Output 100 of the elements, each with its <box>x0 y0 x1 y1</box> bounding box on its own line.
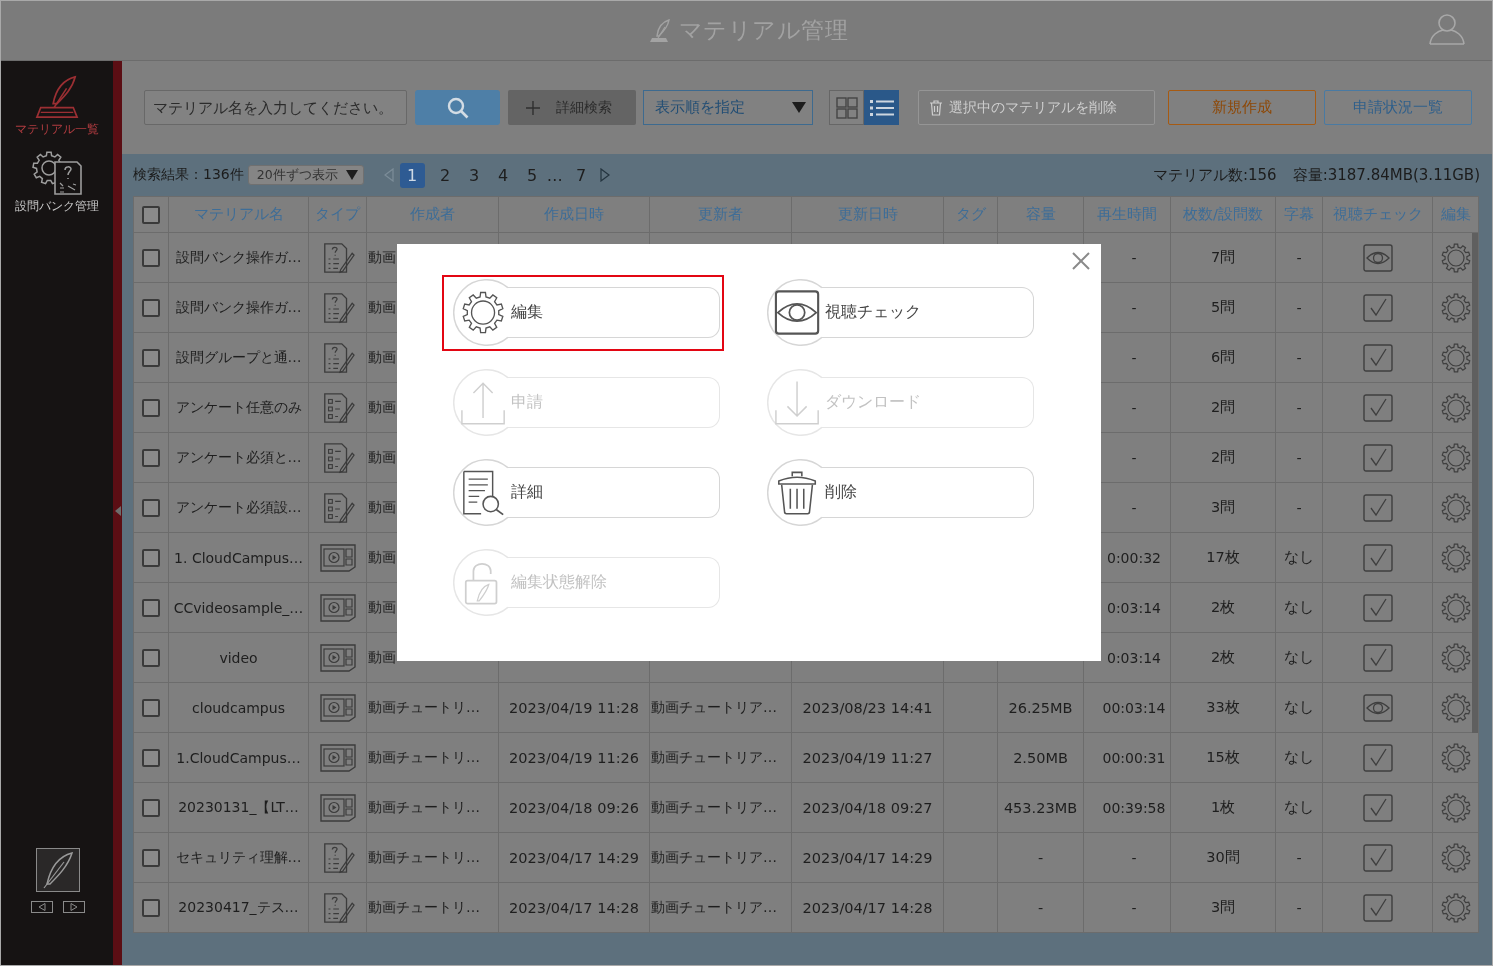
table-cell: 動画チュートリア… <box>649 832 792 883</box>
tick-box-icon[interactable] <box>1362 593 1393 622</box>
column-header[interactable]: マテリアル名 <box>168 196 309 233</box>
table-cell: なし <box>1275 732 1323 783</box>
gear-icon[interactable] <box>1440 292 1471 323</box>
play-time: - <box>1131 299 1137 316</box>
table-cell: なし <box>1275 682 1323 733</box>
column-header[interactable]: 視聴チェック <box>1322 196 1433 233</box>
tick-box-icon[interactable] <box>1362 643 1393 672</box>
gear-icon[interactable] <box>1440 592 1471 623</box>
feather-icon[interactable] <box>36 848 80 892</box>
table-cell: 2枚 <box>1170 582 1276 633</box>
column-header[interactable]: 編集 <box>1432 196 1479 233</box>
table-cell: - <box>1275 282 1323 333</box>
table-cell: アンケート必須設… <box>168 482 309 533</box>
tick-box-icon[interactable] <box>1362 293 1393 322</box>
gear-icon[interactable] <box>1440 692 1471 723</box>
checkbox[interactable] <box>142 205 160 224</box>
creator-name: 動画 <box>368 648 396 665</box>
tick-box-icon[interactable] <box>1362 343 1393 372</box>
column-header[interactable]: 作成者 <box>366 196 499 233</box>
eye-icon[interactable] <box>1362 243 1393 272</box>
sidebar-item[interactable]: マテリアル一覧 <box>15 75 99 138</box>
search-field[interactable]: マテリアル名を入力してください。 <box>144 90 407 125</box>
result-count: 検索結果：136件 <box>133 166 244 184</box>
checkbox[interactable] <box>142 248 160 267</box>
scrollbar[interactable] <box>1472 233 1478 733</box>
page-button[interactable]: 4 <box>490 162 516 188</box>
gear-icon[interactable] <box>1440 742 1471 773</box>
tick-box-icon[interactable] <box>1362 843 1393 872</box>
table-cell: 2023/04/18 09:27 <box>791 782 944 833</box>
table-cell: - <box>997 882 1084 933</box>
tick-box-icon[interactable] <box>1362 443 1393 472</box>
application-status-button[interactable]: 申請状況一覧 <box>1324 90 1472 125</box>
checkbox[interactable] <box>142 448 160 467</box>
table-cell: 2023/04/17 14:29 <box>498 832 650 883</box>
search-button[interactable] <box>415 90 500 125</box>
storage-usage: 容量:3187.84MB(3.11GB) <box>1292 165 1480 185</box>
gear-icon[interactable] <box>1440 642 1471 673</box>
gear-icon[interactable] <box>1440 442 1471 473</box>
play-time: 00:00:31 <box>1102 749 1166 766</box>
column-header[interactable]: 再生時間 <box>1083 196 1171 233</box>
table-cell: 6問 <box>1170 332 1276 383</box>
gear-icon[interactable] <box>1440 842 1471 873</box>
checkbox[interactable] <box>142 398 160 417</box>
gear-icon[interactable] <box>1440 492 1471 523</box>
gear-icon[interactable] <box>1440 242 1471 273</box>
checkbox[interactable] <box>142 548 160 567</box>
gear-icon[interactable] <box>1440 392 1471 423</box>
tick-box-icon[interactable] <box>1362 893 1393 922</box>
table-cell: 動画チュートリア… <box>649 682 792 733</box>
page-button[interactable]: 3 <box>461 162 487 188</box>
table-cell: - <box>1275 432 1323 483</box>
gear-sheet-icon <box>31 150 83 196</box>
creator-name: 動画チュートリ… <box>368 748 480 765</box>
page-button[interactable]: 1 <box>399 162 425 188</box>
column-header[interactable]: 更新日時 <box>791 196 944 233</box>
list-view-button[interactable] <box>864 90 899 125</box>
checkbox[interactable] <box>142 598 160 617</box>
checkbox[interactable] <box>142 798 160 817</box>
column-header[interactable]: 容量 <box>997 196 1084 233</box>
table-cell: CCvideosample_… <box>168 582 309 633</box>
checkbox[interactable] <box>142 748 160 767</box>
checkbox[interactable] <box>142 298 160 317</box>
create-button[interactable]: 新規作成 <box>1168 90 1316 125</box>
page-button[interactable]: 7 <box>568 162 594 188</box>
gear-icon[interactable] <box>1440 342 1471 373</box>
per-page-dropdown[interactable]: 20件ずつ表示 <box>247 165 364 185</box>
user-icon[interactable] <box>1428 13 1466 45</box>
checkbox[interactable] <box>142 498 160 517</box>
column-header[interactable]: タグ <box>943 196 998 233</box>
column-header[interactable]: 更新者 <box>649 196 792 233</box>
sort-dropdown[interactable]: 表示順を指定 <box>643 90 813 125</box>
gear-icon[interactable] <box>1440 892 1471 923</box>
checkbox[interactable] <box>142 898 160 917</box>
tick-box-icon[interactable] <box>1362 743 1393 772</box>
column-header[interactable]: 枚数/設問数 <box>1170 196 1276 233</box>
gear-icon[interactable] <box>1440 542 1471 573</box>
checkbox[interactable] <box>142 648 160 667</box>
table-cell: 33枚 <box>1170 682 1276 733</box>
next-page-icon[interactable] <box>599 168 610 182</box>
tick-box-icon[interactable] <box>1362 543 1393 572</box>
column-header[interactable]: タイプ <box>308 196 367 233</box>
tick-box-icon[interactable] <box>1362 393 1393 422</box>
checkbox[interactable] <box>142 698 160 717</box>
eye-icon[interactable] <box>1362 693 1393 722</box>
table-cell: アンケート任意のみ <box>168 382 309 433</box>
tick-box-icon[interactable] <box>1362 793 1393 822</box>
gear-icon[interactable] <box>1440 792 1471 823</box>
page-button[interactable]: 2 <box>432 162 458 188</box>
page-button[interactable]: 5 <box>519 162 545 188</box>
close-icon[interactable] <box>1072 252 1090 270</box>
column-header[interactable]: 字幕 <box>1275 196 1323 233</box>
tick-box-icon[interactable] <box>1362 493 1393 522</box>
checkbox[interactable] <box>142 348 160 367</box>
checkbox[interactable] <box>142 848 160 867</box>
sidebar-item[interactable]: 設問バンク管理 <box>15 150 99 215</box>
table-cell: - <box>997 832 1084 883</box>
column-header[interactable]: 作成日時 <box>498 196 650 233</box>
grid-icon <box>835 96 858 119</box>
